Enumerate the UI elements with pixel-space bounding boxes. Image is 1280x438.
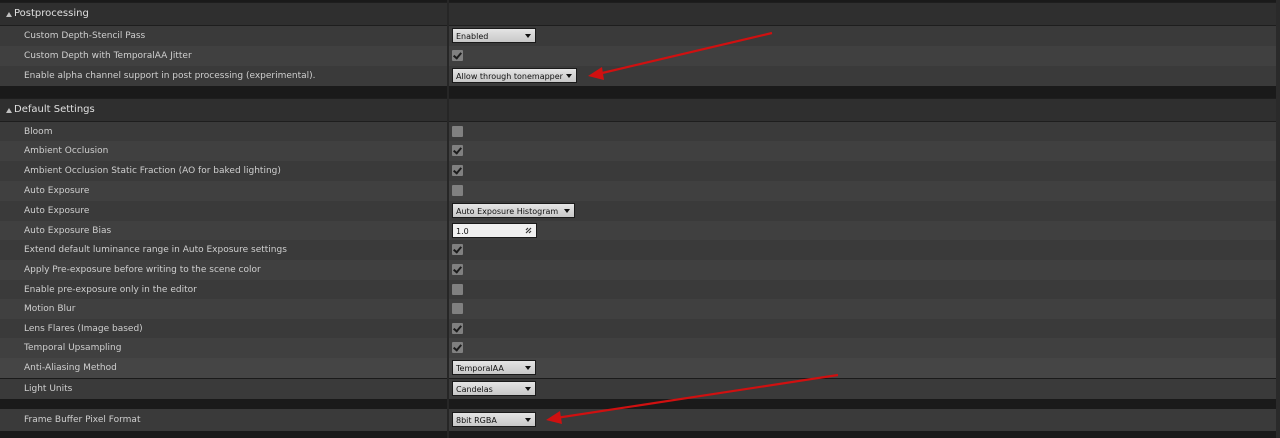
chevron-down-icon: [566, 74, 572, 78]
section-title: Postprocessing: [14, 8, 89, 19]
frame-buffer-format-dropdown[interactable]: 8bit RGBA: [452, 412, 536, 427]
property-label: Temporal Upsampling: [24, 343, 122, 353]
drag-handle-icon[interactable]: [525, 227, 532, 234]
property-row-custom-depth-temporalaa-jitter: Custom Depth with TemporalAA Jitter: [0, 46, 1280, 66]
dropdown-value: Auto Exposure Histogram: [456, 207, 559, 216]
property-row-frame-buffer-pixel-format: Frame Buffer Pixel Format 8bit RGBA: [0, 409, 1280, 431]
property-row-auto-exposure-toggle: Auto Exposure: [0, 181, 1280, 201]
collapse-arrow-icon[interactable]: [6, 108, 12, 113]
lens-flares-checkbox[interactable]: [452, 323, 463, 334]
dropdown-value: TemporalAA: [456, 364, 504, 373]
property-row-light-units: Light Units Candelas: [0, 379, 1280, 399]
property-label: Frame Buffer Pixel Format: [24, 415, 141, 425]
property-row-ambient-occlusion: Ambient Occlusion: [0, 141, 1280, 161]
property-row-motion-blur: Motion Blur: [0, 299, 1280, 319]
light-units-dropdown[interactable]: Candelas: [452, 381, 536, 396]
number-value: 1.0: [456, 227, 469, 236]
dropdown-value: Enabled: [456, 32, 489, 41]
custom-depth-stencil-dropdown[interactable]: Enabled: [452, 28, 536, 43]
property-row-pre-exposure-editor-only: Enable pre-exposure only in the editor: [0, 280, 1280, 300]
pre-exposure-editor-checkbox[interactable]: [452, 284, 463, 295]
collapse-arrow-icon[interactable]: [6, 12, 12, 17]
property-row-apply-pre-exposure: Apply Pre-exposure before writing to the…: [0, 260, 1280, 280]
property-label: Anti-Aliasing Method: [24, 363, 117, 373]
dropdown-value: 8bit RGBA: [456, 416, 497, 425]
property-row-temporal-upsampling: Temporal Upsampling: [0, 338, 1280, 358]
column-splitter[interactable]: [447, 0, 449, 438]
auto-exposure-method-dropdown[interactable]: Auto Exposure Histogram: [452, 203, 575, 218]
auto-exposure-bias-input[interactable]: 1.0: [452, 223, 537, 238]
details-panel: Postprocessing Custom Depth-Stencil Pass…: [0, 0, 1280, 438]
ao-static-fraction-checkbox[interactable]: [452, 165, 463, 176]
bloom-checkbox[interactable]: [452, 126, 463, 137]
property-row-lens-flares: Lens Flares (Image based): [0, 319, 1280, 339]
property-label: Light Units: [24, 384, 73, 394]
scrollbar-track[interactable]: [1276, 0, 1280, 438]
chevron-down-icon: [564, 209, 570, 213]
property-row-anti-aliasing-method: Anti-Aliasing Method TemporalAA: [0, 358, 1280, 378]
property-label: Bloom: [24, 127, 53, 137]
alpha-channel-dropdown[interactable]: Allow through tonemapper: [452, 68, 577, 83]
property-row-alpha-channel-support: Enable alpha channel support in post pro…: [0, 66, 1280, 86]
apply-pre-exposure-checkbox[interactable]: [452, 264, 463, 275]
property-label: Auto Exposure: [24, 186, 90, 196]
ambient-occlusion-checkbox[interactable]: [452, 145, 463, 156]
dropdown-value: Allow through tonemapper: [456, 72, 563, 81]
extend-luminance-checkbox[interactable]: [452, 244, 463, 255]
property-label: Motion Blur: [24, 304, 76, 314]
property-label: Ambient Occlusion: [24, 146, 109, 156]
chevron-down-icon: [525, 34, 531, 38]
property-label: Apply Pre-exposure before writing to the…: [24, 265, 261, 275]
postprocessing-section-header[interactable]: Postprocessing: [0, 2, 1280, 26]
chevron-down-icon: [525, 418, 531, 422]
section-title: Default Settings: [14, 104, 95, 115]
chevron-down-icon: [525, 387, 531, 391]
property-label: Ambient Occlusion Static Fraction (AO fo…: [24, 166, 281, 176]
property-label: Enable alpha channel support in post pro…: [24, 71, 316, 81]
property-label: Custom Depth-Stencil Pass: [24, 31, 146, 41]
chevron-down-icon: [525, 366, 531, 370]
auto-exposure-checkbox[interactable]: [452, 185, 463, 196]
property-label: Enable pre-exposure only in the editor: [24, 285, 197, 295]
property-row-extend-luminance-range: Extend default luminance range in Auto E…: [0, 240, 1280, 260]
property-row-auto-exposure-method: Auto Exposure Auto Exposure Histogram: [0, 201, 1280, 221]
property-row-custom-depth-stencil-pass: Custom Depth-Stencil Pass Enabled: [0, 26, 1280, 46]
property-row-bloom: Bloom: [0, 122, 1280, 142]
property-label: Extend default luminance range in Auto E…: [24, 245, 287, 255]
property-label: Auto Exposure Bias: [24, 226, 112, 236]
property-label: Custom Depth with TemporalAA Jitter: [24, 51, 192, 61]
motion-blur-checkbox[interactable]: [452, 303, 463, 314]
property-row-ao-static-fraction: Ambient Occlusion Static Fraction (AO fo…: [0, 161, 1280, 181]
property-label: Lens Flares (Image based): [24, 324, 143, 334]
dropdown-value: Candelas: [456, 385, 493, 394]
custom-depth-jitter-checkbox[interactable]: [452, 50, 463, 61]
anti-aliasing-dropdown[interactable]: TemporalAA: [452, 360, 536, 375]
default-settings-section-header[interactable]: Default Settings: [0, 98, 1280, 122]
property-label: Auto Exposure: [24, 206, 90, 216]
temporal-upsampling-checkbox[interactable]: [452, 342, 463, 353]
property-row-auto-exposure-bias: Auto Exposure Bias 1.0: [0, 221, 1280, 241]
